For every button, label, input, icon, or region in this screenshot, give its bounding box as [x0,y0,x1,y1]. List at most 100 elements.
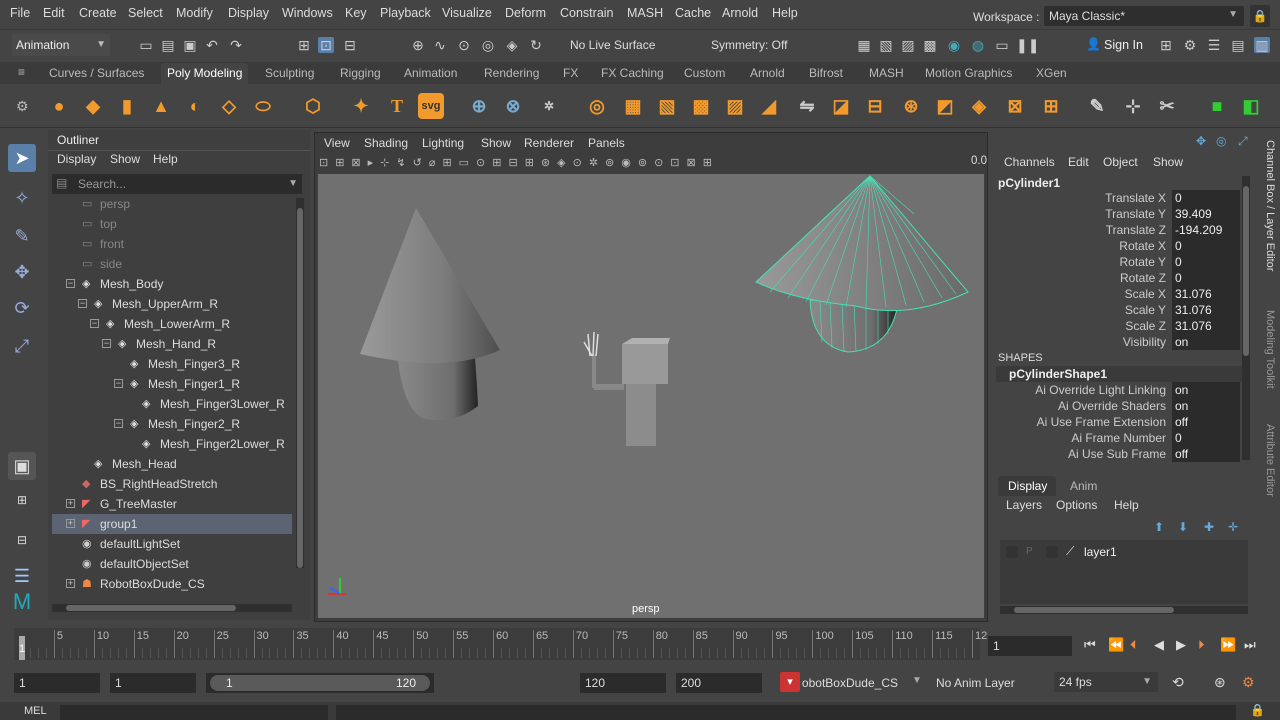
paint-select-tool-icon[interactable]: ✎ [8,222,36,250]
tab-rigging[interactable]: Rigging [340,66,381,80]
outliner-search-field[interactable]: ▤ Search... ▼ [52,174,302,194]
ipr-render-icon[interactable]: ▨ [900,37,916,53]
collapse-icon[interactable]: − [66,279,75,288]
toolkit-icon[interactable]: ⚙ [1182,37,1198,53]
loop-icon[interactable]: ⟲ [1172,674,1184,691]
lock-icon[interactable]: 🔒 [1250,5,1270,27]
outliner-menu-display[interactable]: Display [57,152,96,166]
menu-key[interactable]: Key [345,6,367,20]
channel-value[interactable]: 0 [1172,270,1240,286]
scale-tool-icon[interactable]: ⤢ [8,332,36,360]
mirror-icon[interactable]: ⇋ [794,93,820,119]
tab-custom[interactable]: Custom [684,66,725,80]
layer-name[interactable]: layer1 [1084,545,1117,559]
outliner-row[interactable]: ▭ top [52,214,292,234]
scrollbar-thumb[interactable] [1243,186,1249,356]
step-back-frame-icon[interactable]: ⏴ [1130,637,1137,653]
channel-value[interactable]: 0 [1172,430,1240,446]
snap-surface-icon[interactable]: ◈ [504,37,520,53]
scene-start-field[interactable]: 1 [14,673,100,693]
outliner-row[interactable]: − ◈ Mesh_UpperArm_R [52,294,292,314]
tab-motion-graphics[interactable]: Motion Graphics [925,66,1012,80]
viewport-toolbar-icons[interactable]: ⊡⊞⊠▸⊹↯↺⌀⊞▭⊙⊞⊟⊞⊛◈⊙✲⊚◉⊚⊙⊡⊠⊞ [319,153,959,173]
menu-help[interactable]: Help [772,6,798,20]
viewport-menu-show[interactable]: Show [481,136,511,150]
collapse-icon[interactable]: − [78,299,87,308]
channel-row[interactable]: Scale X 31.076 [992,286,1242,302]
new-layer-icon[interactable]: ✚ [1204,520,1214,534]
outliner-row[interactable]: − ◈ Mesh_Body [52,274,292,294]
channel-value[interactable]: -194.209 [1172,222,1240,238]
gear-icon[interactable]: ⚙ [16,98,29,115]
viewport-menu-shading[interactable]: Shading [364,136,408,150]
layer-visibility-toggle[interactable] [1006,546,1018,558]
channel-row[interactable]: Ai Use Frame Extension off [992,414,1242,430]
poly-torus-icon[interactable]: ◐ [182,93,208,119]
render-sequence-icon[interactable]: ▧ [878,37,894,53]
layer-display-type[interactable] [1046,546,1058,558]
outliner-hscrollbar[interactable] [52,604,292,612]
menu-edit[interactable]: Edit [43,6,65,20]
search-input[interactable]: Search... [78,177,126,191]
go-to-end-icon[interactable]: ⏭ [1244,637,1256,653]
channel-value[interactable]: 31.076 [1172,318,1240,334]
render-region-icon[interactable]: ▭ [994,37,1010,53]
move-layer-up-icon[interactable]: ⬆ [1154,520,1164,534]
layer-hscrollbar[interactable] [1000,606,1248,614]
menu-modify[interactable]: Modify [176,6,213,20]
sync-icon[interactable]: ◎ [1216,134,1226,148]
tab-sculpting[interactable]: Sculpting [265,66,314,80]
channel-row[interactable]: Rotate Z 0 [992,270,1242,286]
move-layer-down-icon[interactable]: ⬇ [1178,520,1188,534]
connect-icon[interactable]: ◩ [932,93,958,119]
lasso-tool-icon[interactable]: ✧ [8,184,36,212]
render-view-icon[interactable]: ◉ [946,37,962,53]
channel-row[interactable]: Translate X 0 [992,190,1242,206]
current-frame-field[interactable]: 1 [988,636,1072,656]
menu-visualize[interactable]: Visualize [442,6,492,20]
layer-menu-layers[interactable]: Layers [1006,498,1042,512]
smooth-icon[interactable]: ✲ [536,93,562,119]
tab-fx-caching[interactable]: FX Caching [601,66,664,80]
channel-row[interactable]: Ai Frame Number 0 [992,430,1242,446]
menu-playback[interactable]: Playback [380,6,431,20]
arnold-render-icon[interactable]: ◍ [970,37,986,53]
two-view-layout-icon[interactable]: ⊟ [8,526,36,554]
channel-row[interactable]: Rotate X 0 [992,238,1242,254]
viewport-menu-renderer[interactable]: Renderer [524,136,574,150]
step-forward-key-icon[interactable]: ⏩ [1220,637,1236,653]
outliner-row[interactable]: ▭ persp [52,194,292,214]
channel-value[interactable]: 39.409 [1172,206,1240,222]
live-surface-label[interactable]: No Live Surface [570,38,655,52]
channel-value[interactable]: on [1172,398,1240,414]
tool-settings-icon[interactable]: ▤ [1230,37,1246,53]
channel-row[interactable]: Rotate Y 0 [992,254,1242,270]
script-editor-icon[interactable]: 🔒 [1250,703,1265,717]
menu-create[interactable]: Create [79,6,117,20]
channel-value[interactable]: off [1172,414,1240,430]
outliner-row[interactable]: + ◤ group1 [52,514,292,534]
snap-view-icon[interactable]: ◎ [480,37,496,53]
snap-curve-icon[interactable]: ∿ [432,37,448,53]
poly-cone-icon[interactable]: ▲ [148,93,174,119]
scrollbar-thumb[interactable] [66,605,236,611]
channel-row[interactable]: Translate Z -194.209 [992,222,1242,238]
outliner-scrollbar[interactable] [296,198,304,568]
chevron-down-icon[interactable]: ▼ [912,675,922,686]
channel-value[interactable]: 0 [1172,190,1240,206]
step-back-key-icon[interactable]: ⏪ [1108,637,1124,653]
menu-display[interactable]: Display [228,6,269,20]
uv-editor-icon[interactable]: ✎ [1084,93,1110,119]
menu-windows[interactable]: Windows [282,6,333,20]
move-tool-icon[interactable]: ✥ [8,258,36,286]
tab-channel-box[interactable]: Channel Box / Layer Editor [1258,140,1276,290]
anim-prefs-icon[interactable]: ⚙ [1242,674,1255,691]
menu-arnold[interactable]: Arnold [722,6,758,20]
attribute-editor-icon[interactable]: ☰ [1206,37,1222,53]
poly-sphere-icon[interactable]: ● [46,93,72,119]
svg-tool-icon[interactable]: svg [418,93,444,119]
outliner-row[interactable]: ▭ side [52,254,292,274]
layer-menu-help[interactable]: Help [1114,498,1139,512]
merge-icon[interactable]: ⊠ [1002,93,1028,119]
super-shape-icon[interactable]: ✦ [348,93,374,119]
